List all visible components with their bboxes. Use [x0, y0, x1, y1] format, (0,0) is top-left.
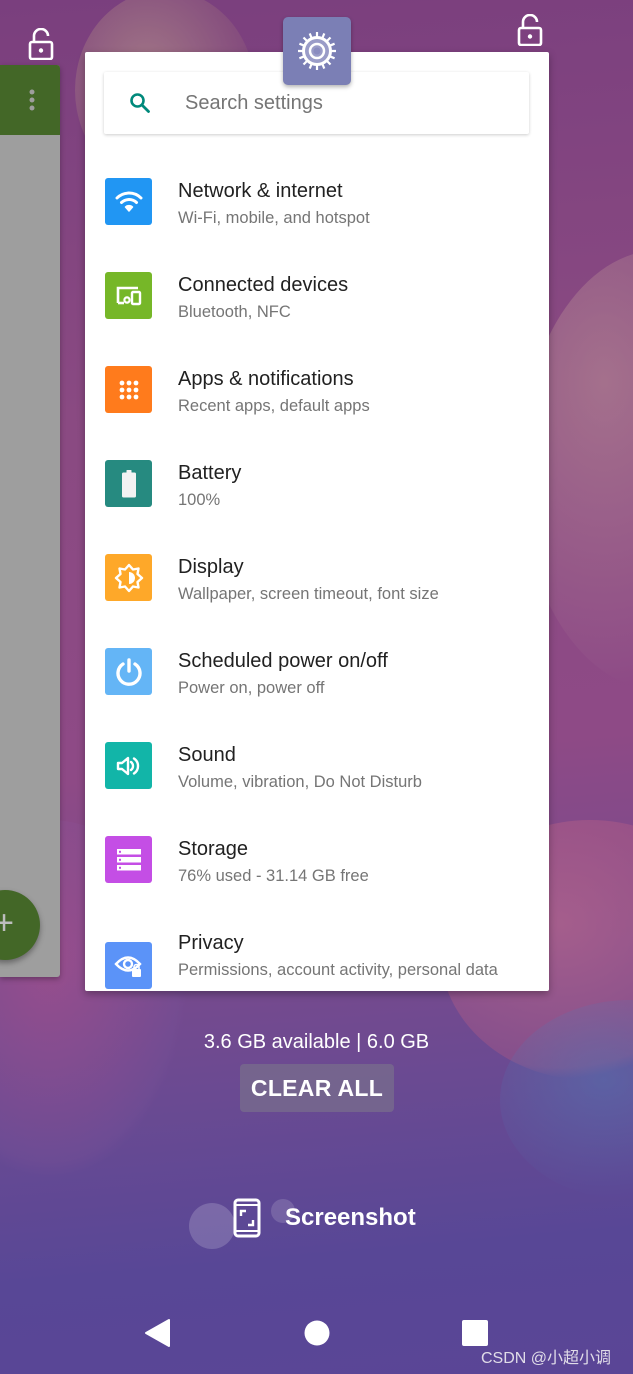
- battery-icon: [105, 460, 152, 507]
- power-icon: [105, 648, 152, 695]
- item-title: Storage: [178, 838, 249, 860]
- item-title: Connected devices: [178, 274, 349, 296]
- more-vert-icon: [29, 89, 35, 111]
- item-subtitle: Power on, power off: [178, 679, 325, 697]
- screenshot-button[interactable]: Screenshot: [233, 1198, 416, 1238]
- storage-icon: [105, 836, 152, 883]
- item-subtitle: Permissions, account activity, personal …: [178, 961, 498, 979]
- item-subtitle: Bluetooth, NFC: [178, 303, 291, 321]
- recent-app-card-previous[interactable]: +: [0, 65, 60, 977]
- item-subtitle: 76% used - 31.14 GB free: [178, 867, 369, 885]
- back-icon: [145, 1319, 170, 1347]
- volume-icon: [105, 742, 152, 789]
- settings-item-display[interactable]: Display Wallpaper, screen timeout, font …: [85, 528, 549, 622]
- unlock-icon[interactable]: [28, 28, 54, 60]
- settings-item-privacy[interactable]: Privacy Permissions, account activity, p…: [85, 904, 549, 991]
- item-title: Apps & notifications: [178, 368, 354, 390]
- item-title: Privacy: [178, 932, 244, 954]
- search-input[interactable]: [185, 91, 485, 115]
- back-button[interactable]: [140, 1316, 174, 1350]
- item-title: Battery: [178, 462, 242, 484]
- settings-item-apps-notifications[interactable]: Apps & notifications Recent apps, defaul…: [85, 340, 549, 434]
- item-subtitle: Wi-Fi, mobile, and hotspot: [178, 209, 370, 227]
- settings-item-storage[interactable]: Storage 76% used - 31.14 GB free: [85, 810, 549, 904]
- search-icon: [130, 93, 150, 113]
- watermark: CSDN @小超小调: [481, 1350, 612, 1367]
- unlock-icon[interactable]: [517, 14, 543, 46]
- settings-list: Network & internet Wi-Fi, mobile, and ho…: [85, 152, 549, 991]
- item-title: Network & internet: [178, 180, 343, 202]
- brightness-icon: [105, 554, 152, 601]
- item-subtitle: Volume, vibration, Do Not Disturb: [178, 773, 422, 791]
- settings-item-scheduled-power[interactable]: Scheduled power on/off Power on, power o…: [85, 622, 549, 716]
- screenshot-label: Screenshot: [285, 1204, 416, 1231]
- add-fab-button[interactable]: +: [0, 890, 40, 960]
- privacy-eye-icon: [105, 942, 152, 989]
- recent-app-card-settings[interactable]: Network & internet Wi-Fi, mobile, and ho…: [85, 52, 549, 991]
- settings-app-icon[interactable]: [283, 17, 351, 85]
- apps-grid-icon: [105, 366, 152, 413]
- item-subtitle: 100%: [178, 491, 221, 509]
- decorative-bubble: [189, 1203, 235, 1249]
- wallpaper-shape: [500, 1000, 633, 1200]
- plus-icon: +: [0, 904, 14, 942]
- item-title: Scheduled power on/off: [178, 650, 388, 672]
- memory-status: 3.6 GB available | 6.0 GB: [203, 1031, 430, 1053]
- wifi-icon: [105, 178, 152, 225]
- clear-all-button[interactable]: CLEAR ALL: [240, 1064, 394, 1112]
- gear-icon: [298, 32, 336, 70]
- item-title: Sound: [178, 744, 236, 766]
- app-bar: [0, 65, 60, 135]
- settings-item-network[interactable]: Network & internet Wi-Fi, mobile, and ho…: [85, 152, 549, 246]
- item-subtitle: Recent apps, default apps: [178, 397, 370, 415]
- home-icon: [304, 1320, 330, 1346]
- recents-icon: [462, 1320, 488, 1346]
- screenshot-icon: [233, 1198, 261, 1238]
- item-subtitle: Wallpaper, screen timeout, font size: [178, 585, 439, 603]
- devices-icon: [105, 272, 152, 319]
- home-button[interactable]: [300, 1316, 334, 1350]
- settings-item-sound[interactable]: Sound Volume, vibration, Do Not Disturb: [85, 716, 549, 810]
- settings-item-connected-devices[interactable]: Connected devices Bluetooth, NFC: [85, 246, 549, 340]
- item-title: Display: [178, 556, 244, 578]
- settings-item-battery[interactable]: Battery 100%: [85, 434, 549, 528]
